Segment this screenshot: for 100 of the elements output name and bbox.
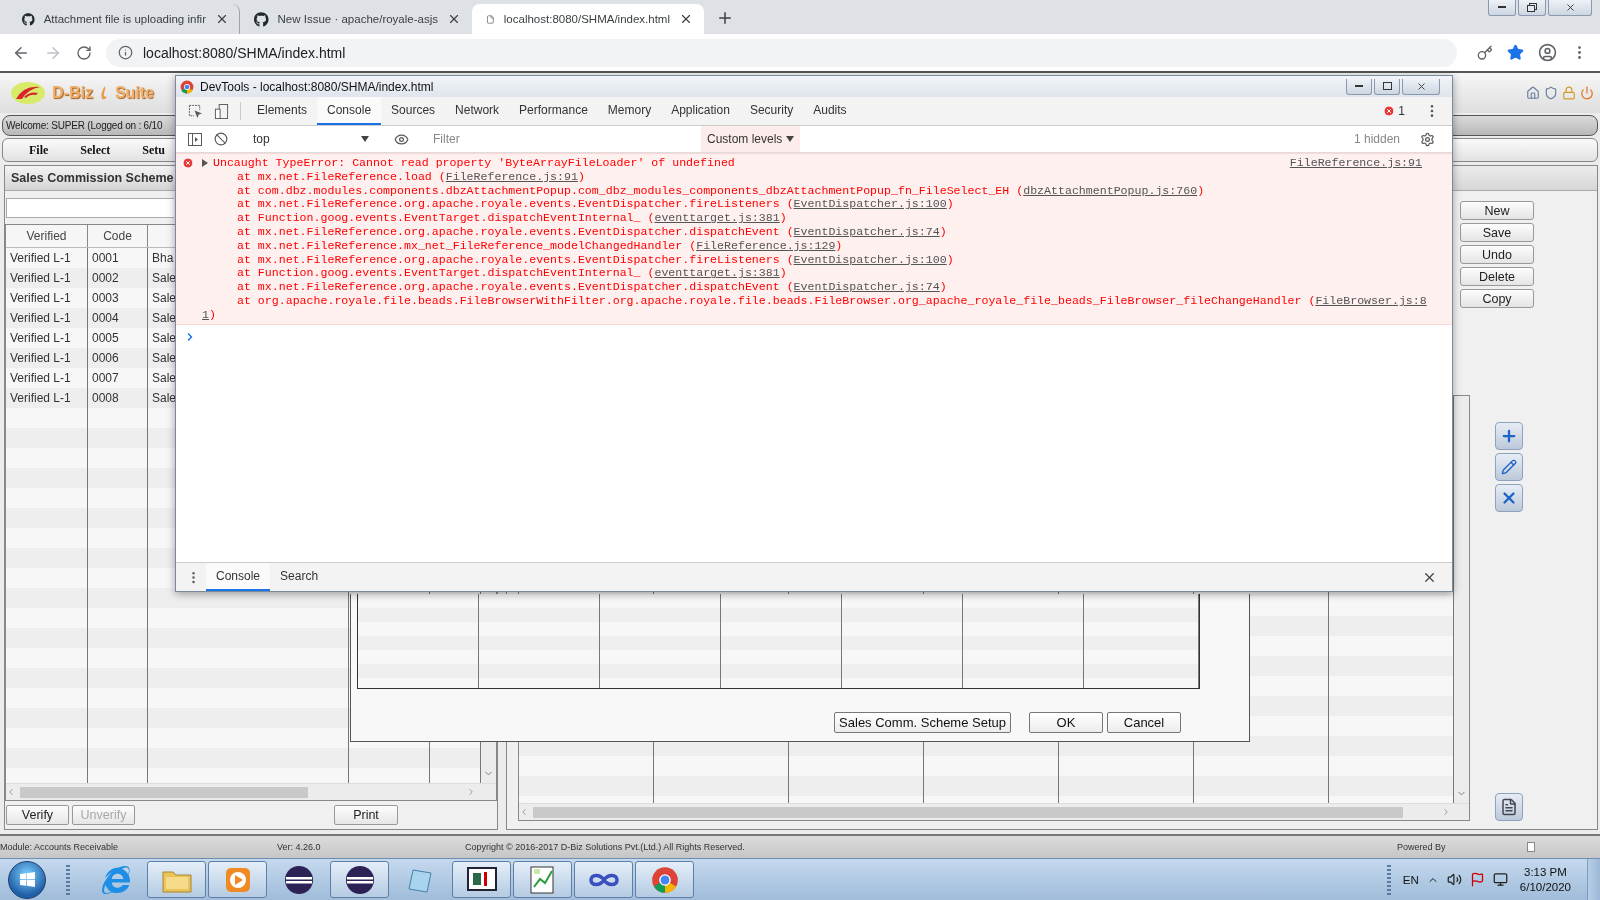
close-icon[interactable] — [679, 12, 693, 26]
source-link[interactable]: dbzAttachmentPopup.js:760 — [1023, 183, 1198, 197]
window-title: DevTools - localhost:8080/SHMA/index.html — [200, 79, 434, 94]
network-icon[interactable] — [1492, 872, 1508, 887]
source-link[interactable]: eventtarget.js:381 — [654, 266, 780, 280]
reload-icon[interactable] — [76, 44, 92, 61]
dialog-button[interactable]: Cancel — [1107, 712, 1181, 733]
notes-button[interactable] — [1495, 793, 1523, 821]
action-button[interactable]: Copy — [1460, 289, 1534, 308]
status-text: Powered By — [1397, 842, 1447, 852]
action-button[interactable]: Delete — [1460, 267, 1534, 286]
minimize-button[interactable] — [1346, 78, 1372, 95]
close-icon[interactable] — [447, 12, 461, 26]
presentation-icon[interactable] — [466, 865, 497, 894]
table-cell-text: 0008 — [91, 390, 120, 407]
action-button[interactable]: Print — [334, 805, 398, 825]
error-icon — [182, 156, 194, 169]
tab-title: Attachment file is uploading infir — [43, 12, 206, 27]
dialog-button[interactable]: OK — [1029, 712, 1103, 733]
media-player-icon[interactable] — [224, 866, 251, 893]
action-button[interactable]: Undo — [1460, 245, 1534, 264]
sidebar-icon[interactable] — [188, 132, 202, 146]
dialog-button[interactable]: Sales Comm. Scheme Setup — [834, 712, 1011, 733]
menu-item[interactable]: Select — [80, 142, 111, 158]
table-cell-text: Verified L-1 — [9, 370, 72, 387]
action-button[interactable]: New — [1460, 201, 1534, 220]
star-icon[interactable] — [1507, 44, 1524, 61]
source-link[interactable]: EventDispatcher.js:74 — [793, 225, 940, 238]
clock[interactable]: 3:13 PM 6/10/2020 — [1515, 864, 1579, 895]
info-icon — [118, 45, 133, 60]
taskbar-app[interactable] — [452, 861, 511, 898]
speaker-icon[interactable] — [1446, 872, 1462, 887]
striped-sphere-icon[interactable] — [283, 864, 314, 895]
new-tab-icon[interactable] — [716, 9, 734, 27]
globe-e-icon[interactable] — [101, 865, 130, 894]
dropdown-arrow-icon — [786, 136, 795, 142]
restore-button[interactable] — [1518, 0, 1546, 16]
striped-sphere-icon[interactable] — [344, 864, 375, 895]
search-field[interactable] — [6, 198, 174, 218]
source-link[interactable]: eventtarget.js:381 — [654, 211, 780, 225]
edit-button[interactable] — [1495, 453, 1523, 481]
drawer-tab[interactable]: Console — [206, 563, 271, 591]
home-icon[interactable] — [1526, 86, 1540, 100]
menu-item[interactable]: Setu — [142, 142, 165, 158]
devtools-tab[interactable]: Console — [317, 97, 382, 125]
expand-icon[interactable] — [202, 158, 209, 167]
scroll-thumb[interactable] — [533, 806, 1403, 818]
menu-item[interactable]: File — [29, 142, 49, 158]
source-link[interactable]: EventDispatcher.js:100 — [793, 197, 947, 211]
table-cell-text: Verified L-1 — [9, 390, 72, 407]
tab-title: New Issue · apache/royale-asjs — [277, 12, 438, 27]
source-link[interactable]: 1 — [202, 307, 209, 321]
action-button[interactable]: Save — [1460, 223, 1534, 242]
eye-icon[interactable] — [393, 131, 409, 147]
chart-icon[interactable] — [528, 864, 557, 895]
browser-logo-icon[interactable] — [650, 865, 679, 894]
table-cell-text: 0004 — [91, 310, 120, 327]
action-button[interactable]: Verify — [6, 805, 69, 825]
address-bar[interactable]: localhost:8080/SHMA/index.html — [106, 38, 1457, 67]
start-button[interactable] — [8, 860, 46, 899]
round-logo-icon — [254, 11, 269, 27]
shield-icon[interactable] — [1544, 86, 1558, 100]
source-link[interactable]: FileBrowser.js:8 — [1315, 293, 1427, 307]
flag-icon[interactable] — [1469, 872, 1485, 887]
profile-icon[interactable] — [1538, 43, 1557, 62]
table-cell-text: Sale — [151, 290, 177, 307]
drawer-tab[interactable]: Search — [270, 563, 329, 591]
maximize-button[interactable] — [1374, 78, 1400, 95]
windows-flag-icon — [18, 871, 36, 888]
delete-button[interactable] — [1495, 484, 1523, 512]
key-icon[interactable] — [1477, 44, 1493, 61]
table-cell-text: Verified L-1 — [9, 290, 72, 307]
date-text: 6/10/2020 — [1519, 879, 1571, 895]
inspect-icon[interactable] — [187, 103, 203, 119]
table-cell-text: Bha — [151, 250, 174, 267]
levels-dropdown[interactable]: Custom levels — [701, 126, 801, 152]
source-link[interactable]: FileReference.js:129 — [696, 238, 836, 252]
table-cell-text: Sale — [151, 390, 177, 407]
close-icon[interactable] — [215, 12, 229, 26]
browser-tab[interactable]: localhost:8080/SHMA/index.html — [472, 4, 704, 34]
source-link[interactable]: EventDispatcher.js:74 — [793, 280, 940, 294]
add-button[interactable] — [1495, 422, 1523, 450]
device-icon[interactable] — [213, 103, 229, 119]
url-text: localhost:8080/SHMA/index.html — [143, 44, 346, 61]
language-indicator[interactable]: EN — [1402, 873, 1419, 886]
stack-frame: 1) — [182, 307, 1422, 322]
table-cell-text: 0002 — [91, 270, 120, 287]
settings-icon[interactable] — [1419, 131, 1435, 147]
minimize-icon — [1498, 6, 1506, 9]
power-icon[interactable] — [1580, 86, 1594, 100]
clear-icon[interactable] — [214, 132, 228, 146]
taskbar-app[interactable] — [330, 861, 389, 898]
browser-tab[interactable]: New Issue · apache/royale-asjs — [240, 4, 472, 34]
scroll-thumb[interactable] — [20, 786, 308, 798]
minimize-button[interactable] — [1488, 0, 1516, 16]
error-count: 1 — [1398, 104, 1405, 118]
source-link[interactable]: EventDispatcher.js:100 — [793, 252, 947, 266]
table-cell-text: 0003 — [91, 290, 120, 307]
column-header: Verified — [6, 225, 88, 247]
source-link[interactable]: FileReference.js:91 — [1289, 156, 1422, 170]
